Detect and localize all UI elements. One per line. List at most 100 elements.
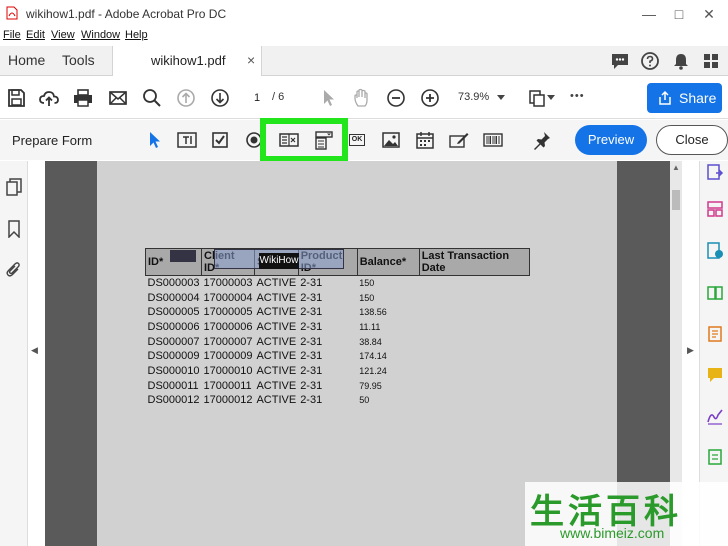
cell-id: DS000009 (147, 350, 200, 363)
prepare-form-tool-icon[interactable] (706, 448, 724, 466)
cell-last-transaction-date (419, 378, 529, 393)
cell-client-id: 17000007 (203, 335, 253, 348)
create-pdf-icon[interactable] (706, 325, 724, 343)
cell-product-id: 2-31 (300, 379, 323, 392)
organize-pages-icon[interactable] (706, 200, 724, 218)
cell-last-transaction-date (419, 349, 529, 364)
export-pdf-icon[interactable] (706, 164, 724, 182)
bookmark-icon[interactable] (5, 220, 23, 238)
form-select-pointer-icon[interactable] (143, 129, 165, 151)
cell-id: DS000010 (147, 364, 200, 377)
text-field-icon[interactable] (176, 129, 198, 151)
checkbox-field-icon[interactable] (209, 129, 231, 151)
menu-help[interactable]: Help (125, 29, 148, 41)
close-form-button[interactable]: Close (656, 125, 728, 155)
cell-product-id: 2-31 (300, 335, 323, 348)
signature-field-icon[interactable] (448, 129, 470, 151)
close-tab-icon[interactable]: × (247, 52, 255, 68)
email-icon[interactable] (107, 87, 129, 109)
zoom-out-icon[interactable] (385, 87, 407, 109)
highlight-box (260, 118, 348, 162)
page-view-icon[interactable] (526, 87, 548, 109)
previous-page-icon[interactable] (175, 87, 197, 109)
form-field-small[interactable] (170, 250, 196, 262)
zoom-level[interactable]: 73.9% (458, 91, 489, 103)
cell-id: DS000003 (147, 277, 200, 290)
table-row: DS000004 17000004 ACTIVE 2-31 150 (146, 290, 530, 305)
cell-product-id: 2-31 (300, 320, 323, 333)
apps-grid-icon[interactable] (700, 50, 722, 72)
prepare-form-title: Prepare Form (12, 133, 93, 148)
cell-balance: 121.24 (359, 365, 387, 376)
hand-tool-icon[interactable] (351, 87, 373, 109)
minimize-button[interactable]: — (634, 4, 664, 24)
more-tools-icon[interactable]: ••• (570, 90, 585, 102)
print-icon[interactable] (72, 87, 94, 109)
tab-home[interactable]: Home (8, 52, 45, 68)
help-icon[interactable] (639, 50, 661, 72)
cell-id: DS000004 (147, 291, 200, 304)
cell-balance: 138.56 (359, 307, 387, 318)
fill-sign-icon[interactable] (706, 407, 724, 425)
collapse-right-panel-icon[interactable]: ▶ (687, 345, 694, 356)
cell-last-transaction-date (419, 320, 529, 335)
select-pointer-icon[interactable] (317, 87, 339, 109)
menu-window[interactable]: Window (81, 29, 120, 41)
document-tab-label: wikihow1.pdf (151, 53, 226, 68)
cell-status: ACTIVE (256, 277, 297, 290)
zoom-in-icon[interactable] (419, 87, 441, 109)
scrollbar-thumb[interactable] (672, 190, 680, 210)
date-field-icon[interactable] (414, 129, 436, 151)
next-page-icon[interactable] (209, 87, 231, 109)
table-row: DS000007 17000007 ACTIVE 2-31 38.84 (146, 334, 530, 349)
cell-product-id: 2-31 (300, 364, 323, 377)
tab-document[interactable]: wikihow1.pdf × (112, 46, 262, 76)
collapse-left-panel-icon[interactable]: ◀ (31, 345, 38, 356)
menu-view[interactable]: View (51, 29, 75, 41)
preview-button[interactable]: Preview (575, 125, 647, 155)
cell-status: ACTIVE (256, 379, 297, 392)
upload-cloud-icon[interactable] (38, 87, 60, 109)
page-view-dropdown-icon[interactable] (547, 95, 555, 101)
cell-client-id: 17000009 (203, 350, 253, 363)
cell-id: DS000011 (147, 379, 199, 392)
maximize-button[interactable]: □ (664, 4, 694, 24)
menu-edit[interactable]: Edit (26, 29, 45, 41)
edit-pdf-icon[interactable] (706, 242, 724, 260)
table-row: DS000011 17000011 ACTIVE 2-31 79.95 (146, 378, 530, 393)
attachment-icon[interactable] (5, 261, 23, 279)
header-last-transaction-date: Last Transaction Date (418, 248, 530, 276)
data-table: ID* Client ID* Status* Product ID* Balan… (145, 248, 530, 408)
menu-bar: File Edit View Window Help (0, 28, 728, 46)
left-navigation-panel (0, 161, 28, 546)
page-number-input[interactable]: 1 (246, 88, 268, 108)
cell-balance: 79.95 (359, 380, 382, 391)
menu-file[interactable]: File (3, 29, 21, 41)
notification-bell-icon[interactable] (670, 50, 692, 72)
title-bar: wikihow1.pdf - Adobe Acrobat Pro DC — □ … (0, 0, 728, 28)
comment-tool-icon[interactable] (706, 366, 724, 384)
cell-status: ACTIVE (256, 394, 297, 407)
combine-files-icon[interactable] (706, 284, 724, 302)
cell-last-transaction-date (419, 290, 529, 305)
image-field-icon[interactable] (380, 129, 402, 151)
cell-client-id: 17000003 (203, 277, 253, 290)
share-button[interactable]: Share (647, 83, 722, 113)
page-thumbnails-icon[interactable] (5, 178, 23, 196)
pin-icon[interactable] (531, 129, 553, 151)
scroll-up-icon[interactable]: ▲ (672, 163, 680, 172)
close-window-button[interactable]: ✕ (694, 4, 724, 24)
cell-last-transaction-date (419, 364, 529, 379)
save-icon[interactable] (5, 87, 27, 109)
find-search-icon[interactable] (141, 87, 163, 109)
tab-tools[interactable]: Tools (62, 52, 95, 68)
cell-balance: 38.84 (359, 336, 382, 347)
form-field-name-tag[interactable]: WikiHow (259, 253, 299, 269)
table-row: DS000003 17000003 ACTIVE 2-31 150 (146, 276, 530, 291)
cell-status: ACTIVE (256, 335, 297, 348)
cell-product-id: 2-31 (300, 277, 323, 290)
zoom-dropdown-icon[interactable] (497, 95, 505, 101)
button-field-icon[interactable]: OK (349, 134, 365, 146)
comment-icon[interactable] (609, 50, 631, 72)
barcode-field-icon[interactable] (482, 129, 504, 151)
